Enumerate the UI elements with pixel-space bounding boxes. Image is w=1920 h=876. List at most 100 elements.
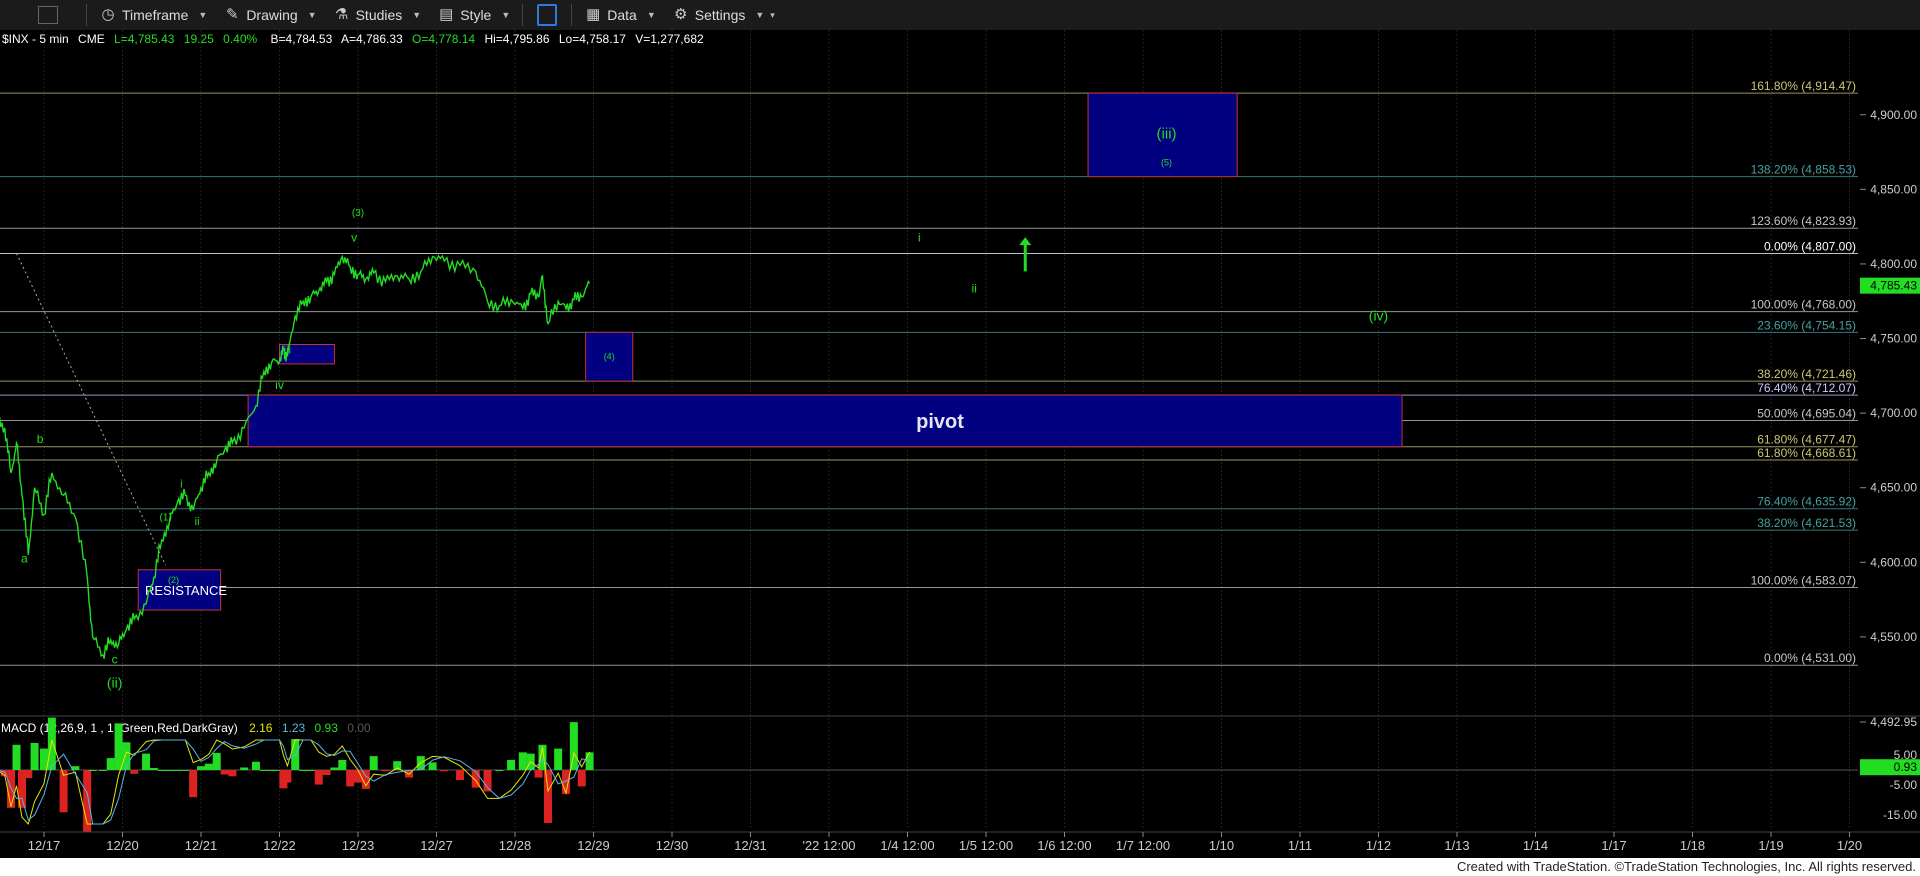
toolbar-separator — [86, 4, 87, 26]
macd-histogram-bar — [181, 770, 190, 771]
time-axis-label: 12/17 — [28, 838, 61, 853]
chevron-down-icon: ▾ — [770, 9, 775, 20]
fib-level-label: 76.40% (4,635.92) — [1757, 495, 1856, 509]
macd-histogram-bar — [346, 770, 355, 787]
time-axis-label: 12/20 — [106, 838, 139, 853]
studies-label: Studies — [355, 7, 403, 23]
pivot-box-label: pivot — [916, 411, 964, 433]
time-axis-label: 12/30 — [656, 838, 689, 853]
macd-last-label: 0.93 — [1894, 760, 1918, 774]
bid-value: B=4,784.53 — [271, 32, 333, 46]
time-axis-label: 12/22 — [263, 838, 296, 853]
time-axis-label: 12/29 — [577, 838, 610, 853]
fib-level-label: 0.00% (4,531.00) — [1764, 651, 1856, 665]
wave-label: i — [918, 231, 921, 245]
wave-label: iii — [284, 344, 291, 356]
time-axis-label: 12/21 — [185, 838, 218, 853]
fib-level-label: 138.20% (4,858.53) — [1751, 163, 1856, 177]
wave-label: b — [37, 432, 44, 446]
toolbar-separator — [571, 4, 573, 26]
last-price-label: 4,785.43 — [1870, 279, 1917, 293]
macd-histogram-bar — [12, 744, 21, 770]
wave-label: (iv) — [1369, 308, 1388, 324]
style-button[interactable]: ▤ Style ▼ — [429, 3, 518, 27]
macd-histogram-bar — [88, 770, 97, 771]
macd-histogram-bar — [381, 770, 390, 772]
wave-label: c — [112, 653, 118, 667]
macd-histogram-bar — [507, 759, 516, 770]
macd-diff-value: 0.93 — [315, 721, 339, 735]
price-chart[interactable]: 161.80% (4,914.47) 138.20% (4,858.53) 123.… — [0, 30, 1920, 858]
fib-level-label: 23.60% (4,754.15) — [1757, 318, 1856, 332]
macd-histogram-bar — [585, 752, 594, 770]
time-axis-label: 1/7 12:00 — [1116, 838, 1170, 853]
wave-label: iv — [275, 378, 284, 392]
macd-histogram-bar — [189, 770, 198, 798]
studies-button[interactable]: ⚗ Studies ▼ — [325, 3, 430, 27]
chevron-down-icon: ▼ — [412, 10, 422, 20]
price-axis-label: 4,800.00 — [1870, 257, 1917, 271]
macd-histogram-bar — [267, 770, 276, 771]
macd-histogram-bar — [534, 770, 543, 778]
time-axis-label: 1/12 — [1366, 838, 1391, 853]
macd-histogram-bar — [543, 770, 552, 823]
time-axis-label: 1/19 — [1758, 838, 1783, 853]
timeframe-button[interactable]: ◷ Timeframe ▼ — [91, 3, 215, 27]
chevron-down-icon: ▼ — [307, 10, 317, 20]
ask-value: A=4,786.33 — [341, 32, 403, 46]
time-axis-label: 1/10 — [1209, 838, 1234, 853]
macd-histogram-bar — [251, 761, 260, 770]
drawing-icon: ✎ — [226, 6, 239, 23]
macd-histogram-bar — [228, 770, 237, 777]
macd-histogram-bar — [338, 759, 347, 770]
fib-level-label: 76.40% (4,712.07) — [1757, 381, 1856, 395]
fib-level-label: 123.60% (4,823.93) — [1751, 214, 1856, 228]
exchange-label: CME — [78, 32, 105, 46]
last-value: L=4,785.43 — [114, 32, 175, 46]
window-menu-icon[interactable] — [38, 6, 58, 24]
macd-histogram-bar — [98, 770, 107, 771]
macd-histogram-bar — [47, 717, 56, 770]
macd-histogram-bar — [456, 770, 465, 781]
settings-button[interactable]: ⚙ Settings ▼ ▾ — [664, 3, 783, 27]
macd-histogram-bar — [204, 763, 213, 770]
price-axis-label: 4,700.00 — [1870, 406, 1917, 420]
open-value: O=4,778.14 — [412, 32, 475, 46]
macd-histogram-bar — [142, 753, 151, 770]
macd-histogram-bar — [106, 758, 115, 770]
style-label: Style — [460, 7, 492, 23]
time-axis-label: 1/20 — [1837, 838, 1862, 853]
wave-label: ii — [195, 516, 200, 528]
price-axis-label: 4,750.00 — [1870, 332, 1917, 346]
macd-histogram-bar — [577, 770, 586, 787]
footer: Created with TradeStation. ©TradeStation… — [0, 858, 1920, 876]
time-axis-label: 12/31 — [734, 838, 767, 853]
toolbar: ◷ Timeframe ▼ ✎ Drawing ▼ ⚗ Studies ▼ ▤ … — [0, 0, 1920, 31]
resistance-box-label: RESISTANCE — [145, 583, 227, 598]
macd-histogram-bar — [428, 762, 437, 770]
fib-level-label: 38.20% (4,721.46) — [1757, 367, 1856, 381]
price-axis-label: 4,900.00 — [1870, 108, 1917, 122]
macd-histogram-bar — [59, 770, 68, 813]
fib-level-label: 61.80% (4,668.61) — [1757, 446, 1856, 460]
macd-histogram-bar — [240, 767, 249, 770]
wave-label: (3) — [352, 208, 364, 219]
drawing-button[interactable]: ✎ Drawing ▼ — [215, 3, 324, 27]
layout-icon[interactable] — [537, 4, 558, 26]
settings-icon: ⚙ — [674, 6, 688, 23]
fib-level-label: 0.00% (4,807.00) — [1764, 239, 1856, 253]
time-axis-label: 12/23 — [342, 838, 375, 853]
data-button[interactable]: ▦ Data ▼ — [576, 3, 664, 27]
pct-value: 0.40% — [223, 32, 257, 46]
macd-histogram-bar — [173, 770, 182, 771]
macd-legend: MACD (12,26,9, 1 , 1 ,Green,Red,DarkGray… — [1, 721, 371, 735]
high-value: Hi=4,795.86 — [484, 32, 549, 46]
macd-histogram-bar — [554, 748, 563, 770]
time-axis-label: 1/13 — [1444, 838, 1469, 853]
macd-histogram-bar — [440, 770, 449, 772]
price-axis-label: 4,600.00 — [1870, 555, 1917, 569]
macd-histogram-bar — [518, 752, 527, 770]
low-value: Lo=4,758.17 — [559, 32, 626, 46]
macd-histogram-bar — [569, 722, 578, 770]
fib-level-label: 38.20% (4,621.53) — [1757, 516, 1856, 530]
